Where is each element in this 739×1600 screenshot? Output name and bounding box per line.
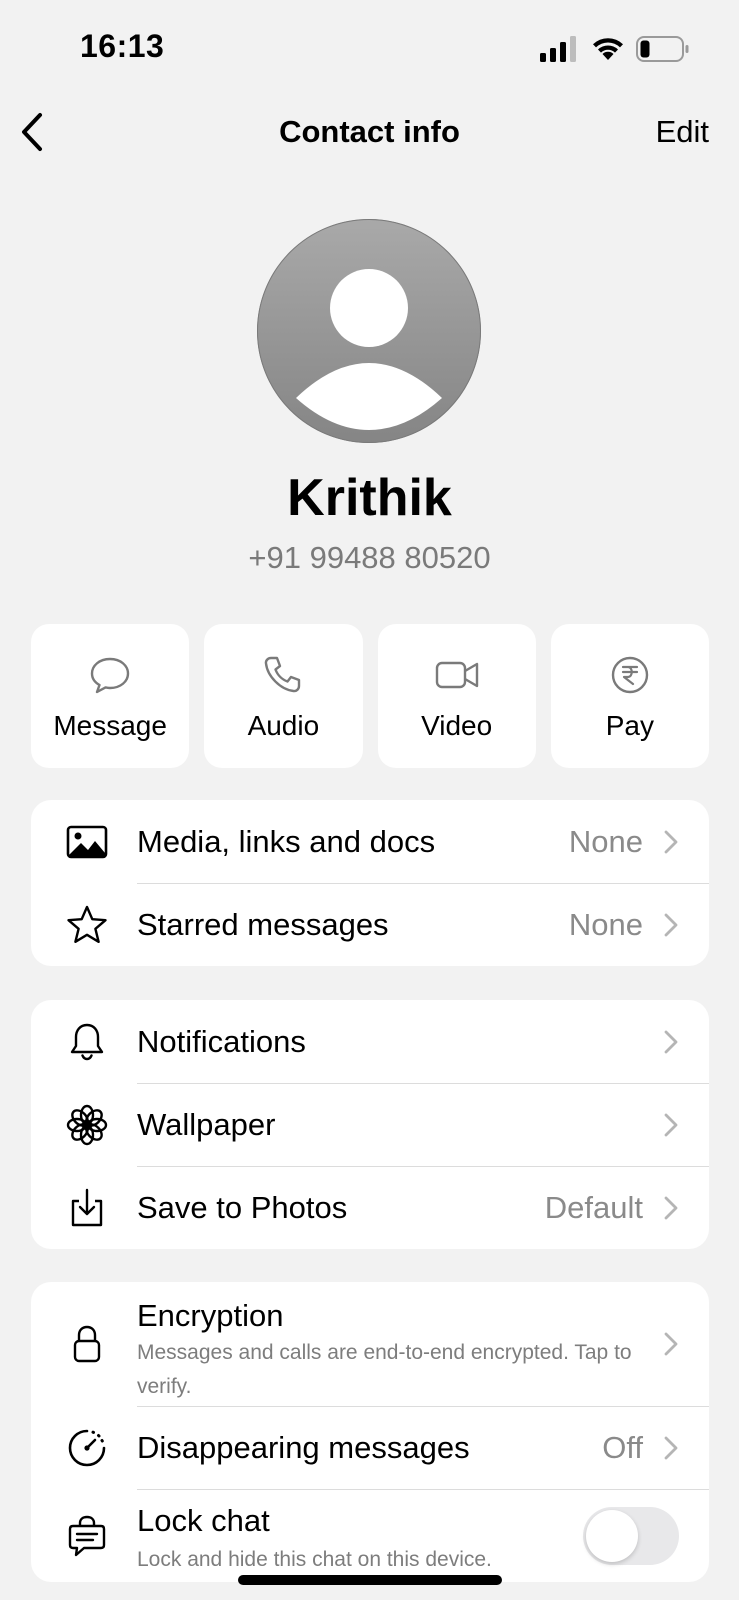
status-time: 16:13 xyxy=(80,28,165,64)
default-avatar-icon xyxy=(257,219,481,443)
starred-messages-label: Starred messages xyxy=(137,906,389,942)
star-icon xyxy=(65,903,109,947)
battery-icon xyxy=(636,36,689,62)
edit-button[interactable]: Edit xyxy=(656,114,709,150)
wifi-icon xyxy=(593,38,623,60)
flower-icon xyxy=(65,1103,109,1147)
wallpaper-label: Wallpaper xyxy=(137,1106,276,1142)
timer-icon xyxy=(65,1426,109,1470)
chevron-right-icon xyxy=(664,1030,678,1053)
pay-button[interactable]: Pay xyxy=(550,624,709,768)
encryption-subtitle: Messages and calls are end-to-end encryp… xyxy=(137,1341,632,1398)
media-count-value: None xyxy=(568,823,643,859)
contact-name: Krithik xyxy=(287,469,452,527)
toggle-knob xyxy=(586,1509,638,1562)
chevron-right-icon xyxy=(664,830,678,853)
notifications-row[interactable]: Notifications xyxy=(31,1000,709,1083)
action-buttons: Message Audio Video Pay xyxy=(31,624,709,768)
pay-label: Pay xyxy=(605,710,654,741)
lock-chat-label: Lock chat xyxy=(137,1503,270,1538)
navigation-bar: Contact info Edit xyxy=(0,100,739,164)
message-button[interactable]: Message xyxy=(31,624,190,768)
home-indicator[interactable] xyxy=(238,1575,502,1585)
video-camera-icon xyxy=(435,661,478,689)
chevron-right-icon xyxy=(664,1436,678,1459)
video-label: Video xyxy=(421,710,493,741)
video-call-button[interactable]: Video xyxy=(377,624,536,768)
lock-chat-subtitle: Lock and hide this chat on this device. xyxy=(137,1548,492,1571)
starred-messages-row[interactable]: Starred messages None xyxy=(31,883,709,966)
lock-chat-toggle[interactable] xyxy=(583,1506,679,1565)
save-to-photos-row[interactable]: Save to Photos Default xyxy=(31,1166,709,1249)
media-card: Media, links and docs None Starred messa… xyxy=(31,800,709,966)
notifications-label: Notifications xyxy=(137,1023,306,1059)
encryption-label: Encryption xyxy=(137,1298,284,1333)
media-links-docs-row[interactable]: Media, links and docs None xyxy=(31,800,709,883)
save-to-photos-value: Default xyxy=(544,1189,643,1225)
chevron-right-icon xyxy=(664,1332,678,1356)
image-icon xyxy=(65,820,109,864)
cellular-signal-icon xyxy=(540,36,576,62)
contact-phone: +91 99488 80520 xyxy=(248,540,491,575)
audio-label: Audio xyxy=(247,710,320,741)
disappearing-messages-row[interactable]: Disappearing messages Off xyxy=(31,1406,709,1489)
chevron-right-icon xyxy=(664,913,678,936)
rupee-icon xyxy=(611,656,649,694)
chevron-right-icon xyxy=(664,1113,678,1136)
chat-lock-icon xyxy=(65,1514,109,1558)
phone-icon xyxy=(265,656,301,693)
disappearing-messages-value: Off xyxy=(602,1429,643,1465)
lock-chat-row[interactable]: Lock chat Lock and hide this chat on thi… xyxy=(31,1489,709,1582)
bell-icon xyxy=(65,1020,109,1064)
wallpaper-row[interactable]: Wallpaper xyxy=(31,1083,709,1166)
avatar[interactable] xyxy=(256,218,482,444)
disappearing-messages-label: Disappearing messages xyxy=(137,1429,470,1465)
media-links-docs-label: Media, links and docs xyxy=(137,823,436,859)
encryption-row[interactable]: Encryption Messages and calls are end-to… xyxy=(31,1282,709,1406)
chat-settings-card: Notifications Wallpaper Save to Photos D… xyxy=(31,1000,709,1249)
page-title: Contact info xyxy=(279,114,460,149)
privacy-card: Encryption Messages and calls are end-to… xyxy=(31,1282,709,1582)
lock-icon xyxy=(65,1322,109,1366)
audio-call-button[interactable]: Audio xyxy=(204,624,363,768)
download-icon xyxy=(65,1186,109,1230)
starred-count-value: None xyxy=(568,906,643,942)
save-to-photos-label: Save to Photos xyxy=(137,1189,348,1225)
status-bar: 16:13 xyxy=(0,0,739,100)
message-label: Message xyxy=(53,710,167,741)
message-bubble-icon xyxy=(90,657,130,694)
chevron-right-icon xyxy=(664,1196,678,1219)
